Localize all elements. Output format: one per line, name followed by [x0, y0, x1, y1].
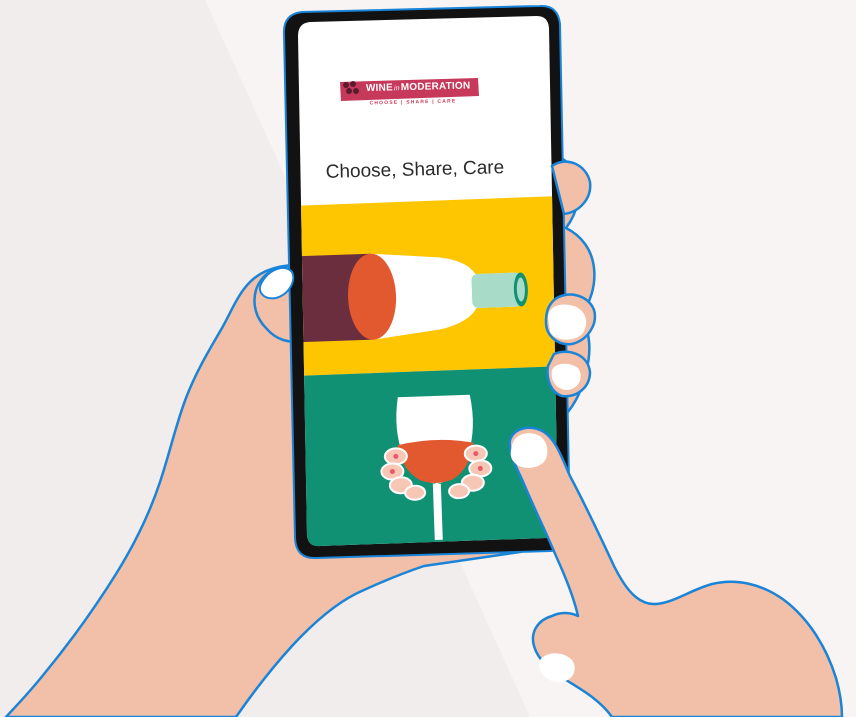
- pointing-fingernail: [510, 433, 548, 468]
- illustration: WINEinMODERATION CHOOSE | SHARE | CARE C…: [0, 0, 856, 717]
- logo-wordmark: WINEinMODERATION: [365, 80, 471, 94]
- hands-holding-phone-scene: [0, 0, 856, 717]
